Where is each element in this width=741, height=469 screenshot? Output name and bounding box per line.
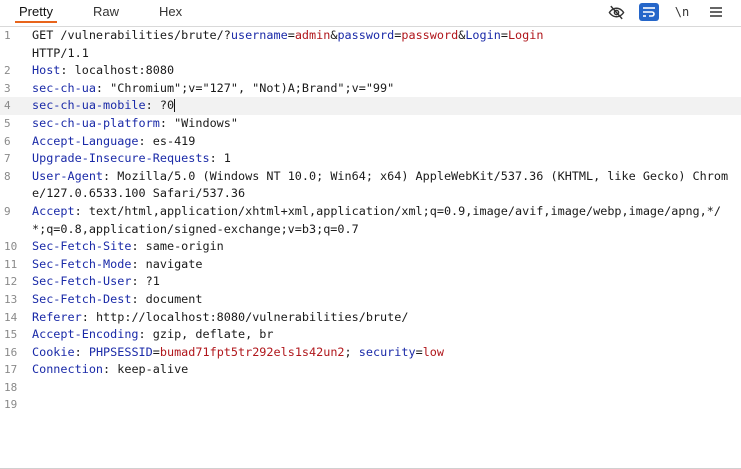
text-caret <box>174 99 176 113</box>
header-value: "Chromium";v="127", "Not)A;Brand";v="99" <box>110 80 395 95</box>
request-line: 1 GET /vulnerabilities/brute/?username=a… <box>0 27 741 62</box>
header-value: document <box>145 291 203 306</box>
header-key: User-Agent <box>32 168 104 183</box>
line-number: 9 <box>4 204 11 218</box>
header-line: 3 sec-ch-ua: "Chromium";v="127", "Not)A;B… <box>0 80 741 98</box>
line-number: 2 <box>4 64 11 78</box>
menu-icon[interactable] <box>705 2 727 22</box>
request-method-path: GET /vulnerabilities/brute/? <box>32 28 231 42</box>
header-line: 11 Sec-Fetch-Mode: navigate <box>0 256 741 274</box>
tab-raw[interactable]: Raw <box>89 3 123 21</box>
empty-line: 19 <box>0 396 741 414</box>
header-value: ?1 <box>145 274 160 289</box>
cookie-value: low <box>422 344 445 359</box>
header-value: es-419 <box>152 133 196 148</box>
param-value: Login <box>507 28 544 42</box>
param-key: password <box>337 28 395 42</box>
header-line: 8 User-Agent: Mozilla/5.0 (Windows NT 10.… <box>0 168 741 203</box>
toolbar-icons: \n <box>593 2 727 22</box>
editor-toolbar: Pretty Raw Hex \n <box>0 0 741 27</box>
param-key: Login <box>465 28 501 42</box>
line-number: 13 <box>4 292 18 306</box>
header-value: 1 <box>223 151 231 166</box>
tab-pretty[interactable]: Pretty <box>15 3 57 23</box>
header-key: Host <box>32 63 61 78</box>
line-number: 16 <box>4 345 18 359</box>
cookie-value: bumad71fpt5tr292els1s42un2 <box>159 344 345 359</box>
line-number: 4 <box>4 99 11 113</box>
header-value: navigate <box>145 256 203 271</box>
header-value: Mozilla/5.0 (Windows NT 10.0; Win64; x64… <box>32 168 729 201</box>
header-value: keep-alive <box>117 362 189 377</box>
header-value: localhost:8080 <box>74 63 175 78</box>
param-value: password <box>401 28 459 42</box>
header-key: Connection <box>32 362 104 377</box>
header-line: 5 sec-ch-ua-platform: "Windows" <box>0 115 741 133</box>
header-key: Accept <box>32 203 75 218</box>
header-key: sec-ch-ua <box>32 80 96 95</box>
header-key: Referer <box>32 309 82 324</box>
header-line: 12 Sec-Fetch-User: ?1 <box>0 273 741 291</box>
connection-line: 17 Connection: keep-alive <box>0 361 741 379</box>
header-value: "Windows" <box>174 115 238 130</box>
header-key: Accept-Language <box>32 133 139 148</box>
line-number: 12 <box>4 275 18 289</box>
header-key: Sec-Fetch-User <box>32 274 132 289</box>
header-line: 2 Host: localhost:8080 <box>0 62 741 80</box>
line-number: 17 <box>4 363 18 377</box>
header-key: Sec-Fetch-Site <box>32 239 132 254</box>
newline-toggle[interactable]: \n <box>671 2 693 22</box>
tab-hex[interactable]: Hex <box>155 3 186 21</box>
cookie-line: 16 Cookie: PHPSESSID=bumad71fpt5tr292els… <box>0 344 741 362</box>
header-line: 10 Sec-Fetch-Site: same-origin <box>0 238 741 256</box>
cookie-key: security <box>358 344 416 359</box>
header-line: 15 Accept-Encoding: gzip, deflate, br <box>0 326 741 344</box>
empty-line: 18 <box>0 379 741 397</box>
header-line: 14 Referer: http://localhost:8080/vulnera… <box>0 309 741 327</box>
header-value: http://localhost:8080/vulnerabilities/br… <box>95 309 409 324</box>
line-number: 18 <box>4 380 18 394</box>
line-number: 19 <box>4 398 18 412</box>
header-key: Upgrade-Insecure-Requests <box>32 151 210 166</box>
line-number: 5 <box>4 116 11 130</box>
header-line: 4 sec-ch-ua-mobile: ?0 <box>0 97 741 115</box>
header-key: Sec-Fetch-Dest <box>32 291 132 306</box>
header-value: gzip, deflate, br <box>152 327 274 342</box>
header-key: Cookie <box>32 344 75 359</box>
line-number: 15 <box>4 328 18 342</box>
line-number: 10 <box>4 240 18 254</box>
wrap-lines-icon[interactable] <box>639 3 659 21</box>
param-value: admin <box>294 28 331 42</box>
header-key: Accept-Encoding <box>32 327 139 342</box>
request-editor[interactable]: 1 GET /vulnerabilities/brute/?username=a… <box>0 27 741 469</box>
line-number: 1 <box>4 29 11 42</box>
header-key: sec-ch-ua-platform <box>32 115 160 130</box>
empty-lines: 18 19 <box>0 379 741 414</box>
header-value: text/html,application/xhtml+xml,applicat… <box>32 203 721 236</box>
header-value: same-origin <box>145 239 224 254</box>
line-number: 6 <box>4 134 11 148</box>
line-number: 3 <box>4 81 11 95</box>
eye-slash-icon[interactable] <box>605 2 627 22</box>
line-number: 14 <box>4 310 18 324</box>
param-key: username <box>230 28 288 42</box>
cookie-key: PHPSESSID <box>88 344 153 359</box>
line-number: 7 <box>4 152 11 166</box>
header-line: 13 Sec-Fetch-Dest: document <box>0 291 741 309</box>
header-value: ?0 <box>159 98 175 113</box>
header-line: 7 Upgrade-Insecure-Requests: 1 <box>0 150 741 168</box>
header-line: 9 Accept: text/html,application/xhtml+xml… <box>0 203 741 238</box>
header-lines: 2 Host: localhost:8080 3 sec-ch-ua: "Chromi… <box>0 62 741 344</box>
line-number: 8 <box>4 169 11 183</box>
header-key: Sec-Fetch-Mode <box>32 256 132 271</box>
header-line: 6 Accept-Language: es-419 <box>0 133 741 151</box>
line-number: 11 <box>4 257 18 271</box>
header-key: sec-ch-ua-mobile <box>32 98 146 113</box>
http-protocol: HTTP/1.1 <box>32 45 89 60</box>
